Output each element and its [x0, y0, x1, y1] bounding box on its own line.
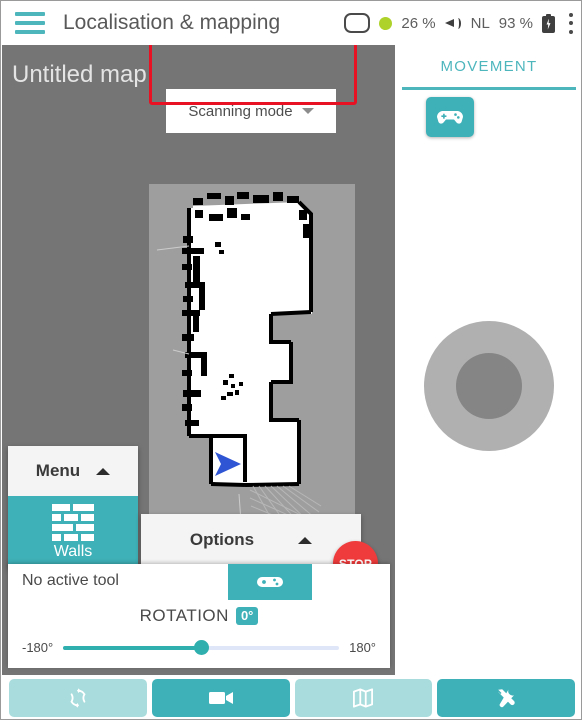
- joystick-knob[interactable]: [456, 353, 522, 419]
- green-status-dot: [379, 16, 393, 30]
- battery-percent-label: 93 %: [498, 14, 533, 32]
- page-title: Localisation & mapping: [63, 11, 281, 34]
- gamepad-icon: [257, 577, 283, 587]
- hamburger-bar: [15, 30, 45, 34]
- map-name-label: Untitled map: [12, 61, 147, 88]
- app-root: Localisation & mapping 26 % NL 93 % Unti…: [0, 0, 582, 720]
- kebab-dot: [568, 29, 573, 34]
- movement-tab-label: MOVEMENT: [440, 57, 538, 75]
- nav-map-button[interactable]: [294, 678, 433, 717]
- hamburger-bar: [15, 12, 45, 16]
- chevron-down-icon: [301, 108, 314, 114]
- status-area: 26 % NL 93 %: [344, 12, 573, 34]
- menu-panel: Menu Walls: [8, 446, 138, 568]
- options-panel-toggle[interactable]: Options: [141, 514, 361, 566]
- active-tool-label: No active tool: [22, 572, 119, 589]
- chevron-up-icon: [96, 467, 111, 475]
- rotation-slider-row: -180° 180°: [8, 640, 390, 655]
- video-camera-icon: [208, 691, 233, 704]
- active-tool-row: No active tool: [8, 564, 390, 600]
- hamburger-bar: [15, 21, 45, 25]
- gamepad-tab-button[interactable]: [228, 564, 312, 600]
- gamepad-mode-button[interactable]: [426, 97, 474, 137]
- walls-tool-label: Walls: [53, 542, 93, 560]
- kebab-dot: [568, 21, 573, 25]
- language-label: NL: [470, 14, 490, 32]
- screen-icon[interactable]: [344, 13, 371, 33]
- kebab-menu-icon[interactable]: [568, 12, 573, 34]
- bottom-navigation-bar: [2, 675, 581, 719]
- map-stage[interactable]: Untitled map Scanning mode Menu Walls Op…: [2, 45, 395, 675]
- top-app-bar: Localisation & mapping 26 % NL 93 %: [1, 1, 581, 45]
- rotation-max-label: 180°: [349, 640, 376, 655]
- brick-row: [52, 503, 94, 511]
- brick-wall-icon: [52, 503, 94, 541]
- tools-icon: [496, 688, 515, 707]
- nav-camera-button[interactable]: [151, 678, 290, 717]
- brick-row: [52, 513, 94, 521]
- options-label: Options: [189, 530, 255, 549]
- speaker-icon[interactable]: [444, 16, 462, 31]
- kebab-dot: [568, 12, 573, 17]
- rotation-slider-fill: [63, 645, 202, 650]
- rotation-slider-thumb[interactable]: [193, 640, 209, 655]
- movement-panel: MOVEMENT: [396, 45, 581, 675]
- menu-toggle[interactable]: Menu: [8, 446, 138, 496]
- tool-rotation-panel: No active tool ROTATION 0° -180° 180°: [8, 564, 390, 668]
- brick-row: [52, 533, 94, 541]
- tab-movement[interactable]: MOVEMENT: [396, 45, 581, 87]
- map-icon: [353, 687, 374, 708]
- occupancy-grid-map[interactable]: [149, 184, 355, 538]
- battery-charging-icon: [542, 13, 555, 33]
- map-svg: [149, 184, 355, 538]
- walls-tool-button[interactable]: Walls: [8, 496, 138, 568]
- rotation-row: ROTATION 0°: [8, 606, 390, 626]
- rotation-label: ROTATION: [139, 606, 229, 625]
- sync-icon: [70, 687, 86, 708]
- nav-tools-button[interactable]: [437, 678, 575, 717]
- virtual-joystick[interactable]: [424, 321, 554, 451]
- nav-sync-button[interactable]: [9, 678, 147, 717]
- movement-tab-underline: [402, 87, 576, 90]
- scanning-mode-label: Scanning mode: [188, 102, 293, 120]
- speaker-wave: [455, 17, 461, 29]
- scanning-mode-dropdown[interactable]: Scanning mode: [166, 89, 336, 133]
- menu-label: Menu: [35, 461, 81, 480]
- chevron-up-icon: [298, 536, 313, 544]
- rotation-value-badge: 0°: [235, 607, 259, 625]
- rotation-min-label: -180°: [22, 640, 54, 655]
- speaker-cone: [444, 18, 454, 27]
- gamepad-icon: [436, 111, 464, 124]
- brick-row: [52, 523, 94, 531]
- rotation-slider[interactable]: [63, 640, 340, 655]
- hamburger-icon[interactable]: [15, 12, 45, 34]
- cpu-percent-label: 26 %: [401, 14, 436, 32]
